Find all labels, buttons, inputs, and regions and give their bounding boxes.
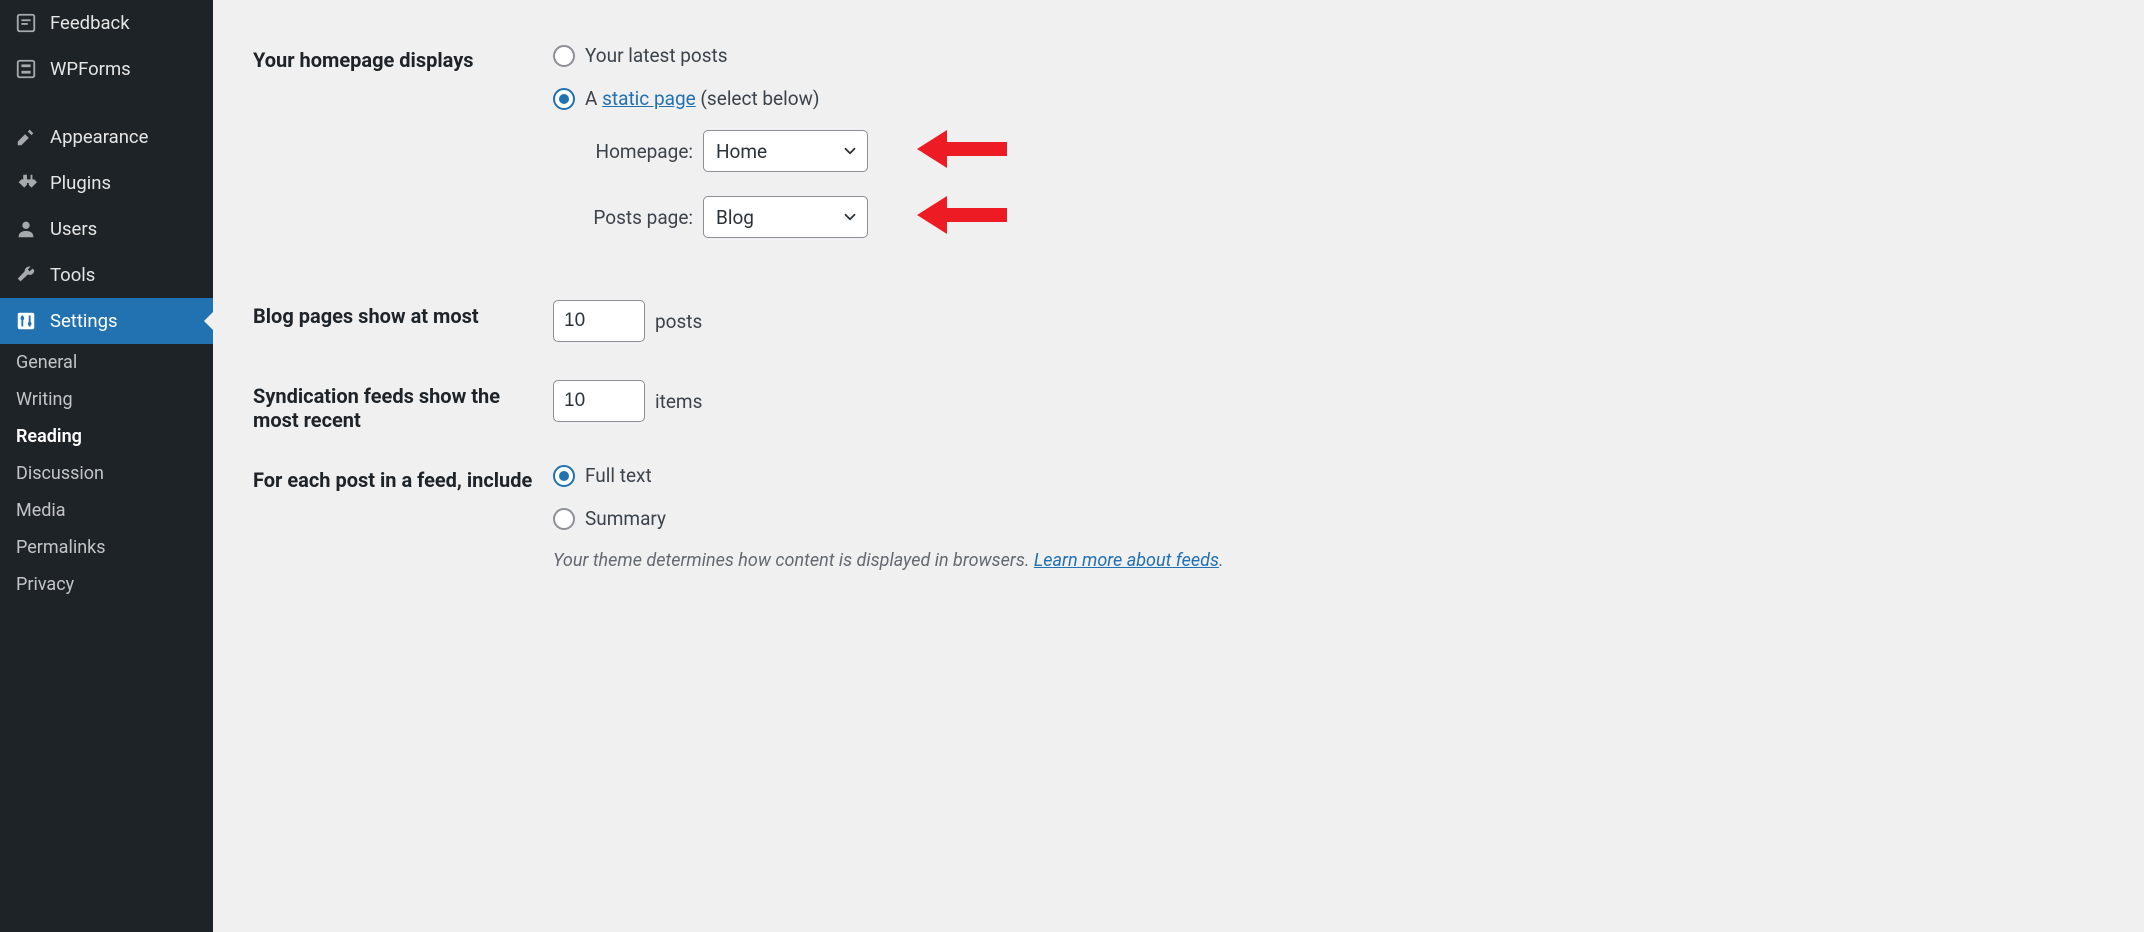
postspage-select-value: Blog xyxy=(716,206,754,229)
radio-latest-posts-label: Your latest posts xyxy=(585,44,728,67)
submenu-item-reading[interactable]: Reading xyxy=(0,418,213,455)
radio-latest-posts-row[interactable]: Your latest posts xyxy=(553,44,2104,67)
users-icon xyxy=(14,217,38,241)
settings-form-table: Your homepage displays Your latest posts… xyxy=(253,30,2114,595)
admin-sidebar: Feedback WPForms Appearance Plugins U xyxy=(0,0,213,932)
sidebar-item-tools[interactable]: Tools xyxy=(0,252,213,298)
tools-icon xyxy=(14,263,38,287)
feedback-icon xyxy=(14,11,38,35)
submenu-item-media[interactable]: Media xyxy=(0,492,213,529)
radio-summary-row[interactable]: Summary xyxy=(553,507,2104,530)
sidebar-item-plugins[interactable]: Plugins xyxy=(0,160,213,206)
sidebar-item-settings[interactable]: Settings xyxy=(0,298,213,344)
homepage-displays-cell: Your latest posts A static page (select … xyxy=(553,30,2114,286)
postspage-select-row: Posts page: Blog xyxy=(577,196,2104,238)
settings-submenu: General Writing Reading Discussion Media… xyxy=(0,344,213,603)
radio-static-page-label: A static page (select below) xyxy=(585,87,819,110)
submenu-item-privacy[interactable]: Privacy xyxy=(0,566,213,603)
radio-latest-posts[interactable] xyxy=(553,45,575,67)
homepage-select-row: Homepage: Home xyxy=(577,130,2104,172)
radio-full-text-row[interactable]: Full text xyxy=(553,464,2104,487)
sidebar-item-users[interactable]: Users xyxy=(0,206,213,252)
radio-summary-label: Summary xyxy=(585,507,666,530)
learn-more-feeds-link[interactable]: Learn more about feeds xyxy=(1034,550,1219,571)
radio-full-text[interactable] xyxy=(553,465,575,487)
chevron-down-icon xyxy=(841,208,859,226)
annotation-arrow xyxy=(917,126,1007,172)
sidebar-item-appearance[interactable]: Appearance xyxy=(0,114,213,160)
sidebar-item-label: Settings xyxy=(50,310,118,332)
blog-pages-suffix: posts xyxy=(655,310,702,333)
sidebar-item-label: Tools xyxy=(50,264,95,286)
radio-static-page[interactable] xyxy=(553,88,575,110)
wpforms-icon xyxy=(14,57,38,81)
page-select-block: Homepage: Home Posts page: xyxy=(577,130,2104,238)
blog-pages-field: posts xyxy=(553,300,2104,342)
sidebar-item-label: Appearance xyxy=(50,126,148,148)
blog-pages-input[interactable] xyxy=(553,300,645,342)
settings-content: Your homepage displays Your latest posts… xyxy=(213,0,2144,932)
homepage-select-label: Homepage: xyxy=(577,140,693,163)
sidebar-item-wpforms[interactable]: WPForms xyxy=(0,46,213,92)
syndication-heading: Syndication feeds show the most recent xyxy=(253,366,553,450)
annotation-arrow xyxy=(917,192,1007,238)
sidebar-item-label: Users xyxy=(50,218,97,240)
sidebar-separator xyxy=(0,92,213,114)
radio-static-page-row[interactable]: A static page (select below) xyxy=(553,87,2104,110)
sidebar-item-label: Feedback xyxy=(50,12,130,34)
submenu-item-writing[interactable]: Writing xyxy=(0,381,213,418)
sidebar-item-feedback[interactable]: Feedback xyxy=(0,0,213,46)
settings-icon xyxy=(14,309,38,333)
submenu-item-general[interactable]: General xyxy=(0,344,213,381)
syndication-input[interactable] xyxy=(553,380,645,422)
postspage-select-label: Posts page: xyxy=(577,206,693,229)
feed-include-heading: For each post in a feed, include xyxy=(253,450,553,595)
radio-full-text-label: Full text xyxy=(585,464,652,487)
appearance-icon xyxy=(14,125,38,149)
syndication-suffix: items xyxy=(655,390,702,413)
app-root: Feedback WPForms Appearance Plugins U xyxy=(0,0,2144,932)
submenu-item-permalinks[interactable]: Permalinks xyxy=(0,529,213,566)
blog-pages-heading: Blog pages show at most xyxy=(253,286,553,366)
feed-include-description: Your theme determines how content is dis… xyxy=(553,550,2104,571)
sidebar-item-label: WPForms xyxy=(50,58,131,80)
chevron-down-icon xyxy=(841,142,859,160)
homepage-displays-heading: Your homepage displays xyxy=(253,30,553,286)
homepage-select[interactable]: Home xyxy=(703,130,868,172)
postspage-select[interactable]: Blog xyxy=(703,196,868,238)
static-page-link[interactable]: static page xyxy=(602,87,696,110)
syndication-field: items xyxy=(553,380,2104,422)
sidebar-item-label: Plugins xyxy=(50,172,111,194)
homepage-select-value: Home xyxy=(716,140,767,163)
plugins-icon xyxy=(14,171,38,195)
submenu-item-discussion[interactable]: Discussion xyxy=(0,455,213,492)
radio-summary[interactable] xyxy=(553,508,575,530)
